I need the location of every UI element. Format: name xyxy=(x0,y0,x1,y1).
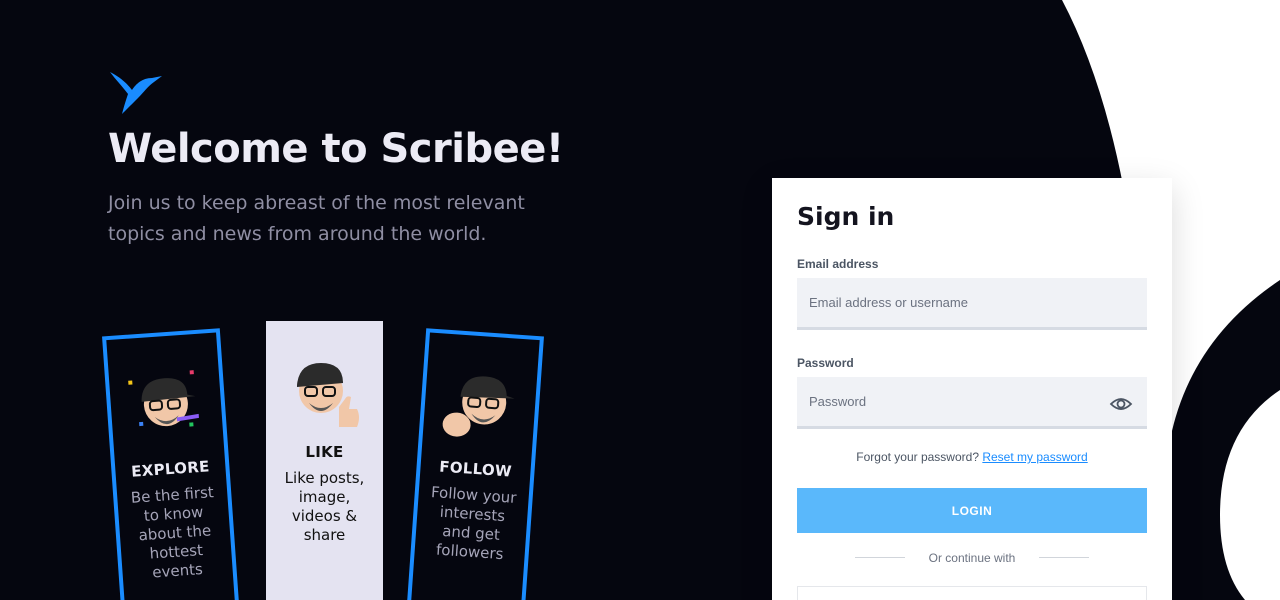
password-label: Password xyxy=(797,356,854,370)
login-button[interactable]: LOGIN xyxy=(797,488,1147,533)
follow-desc: Follow your interests and get followers xyxy=(430,482,518,564)
memoji-fist-avatar-icon xyxy=(442,376,515,437)
hummingbird-logo-icon xyxy=(110,72,162,114)
password-field[interactable] xyxy=(797,377,1147,429)
email-label: Email address xyxy=(797,257,879,271)
follow-card: FOLLOW Follow your interests and get fol… xyxy=(406,328,544,600)
social-login-button[interactable] xyxy=(797,586,1147,600)
welcome-subtitle: Join us to keep abreast of the most rele… xyxy=(108,192,525,245)
email-field[interactable] xyxy=(797,278,1147,330)
forgot-password-row: Forgot your password? Reset my password xyxy=(772,450,1172,464)
like-desc: Like posts, image, videos & share xyxy=(284,469,365,544)
welcome-title: Welcome to Scribee! xyxy=(108,126,564,172)
forgot-password-text: Forgot your password? xyxy=(856,450,979,464)
like-card: LIKE Like posts, image, videos & share xyxy=(266,321,383,600)
memoji-thumbs-up-avatar-icon xyxy=(296,363,359,427)
divider-line-right xyxy=(1039,557,1089,558)
like-title: LIKE xyxy=(305,443,344,461)
memoji-party-avatar-icon xyxy=(128,370,199,427)
signin-panel: Sign in Email address Password Forgot yo… xyxy=(772,178,1172,600)
explore-card: EXPLORE Be the first to know about the h… xyxy=(102,328,240,600)
reset-password-link[interactable]: Reset my password xyxy=(982,450,1087,464)
eye-icon[interactable] xyxy=(1109,394,1133,414)
follow-title: FOLLOW xyxy=(438,457,513,481)
explore-desc: Be the first to know about the hottest e… xyxy=(130,483,215,582)
explore-title: EXPLORE xyxy=(130,457,211,481)
signin-title: Sign in xyxy=(797,202,895,231)
continue-with-text: Or continue with xyxy=(928,551,1016,565)
